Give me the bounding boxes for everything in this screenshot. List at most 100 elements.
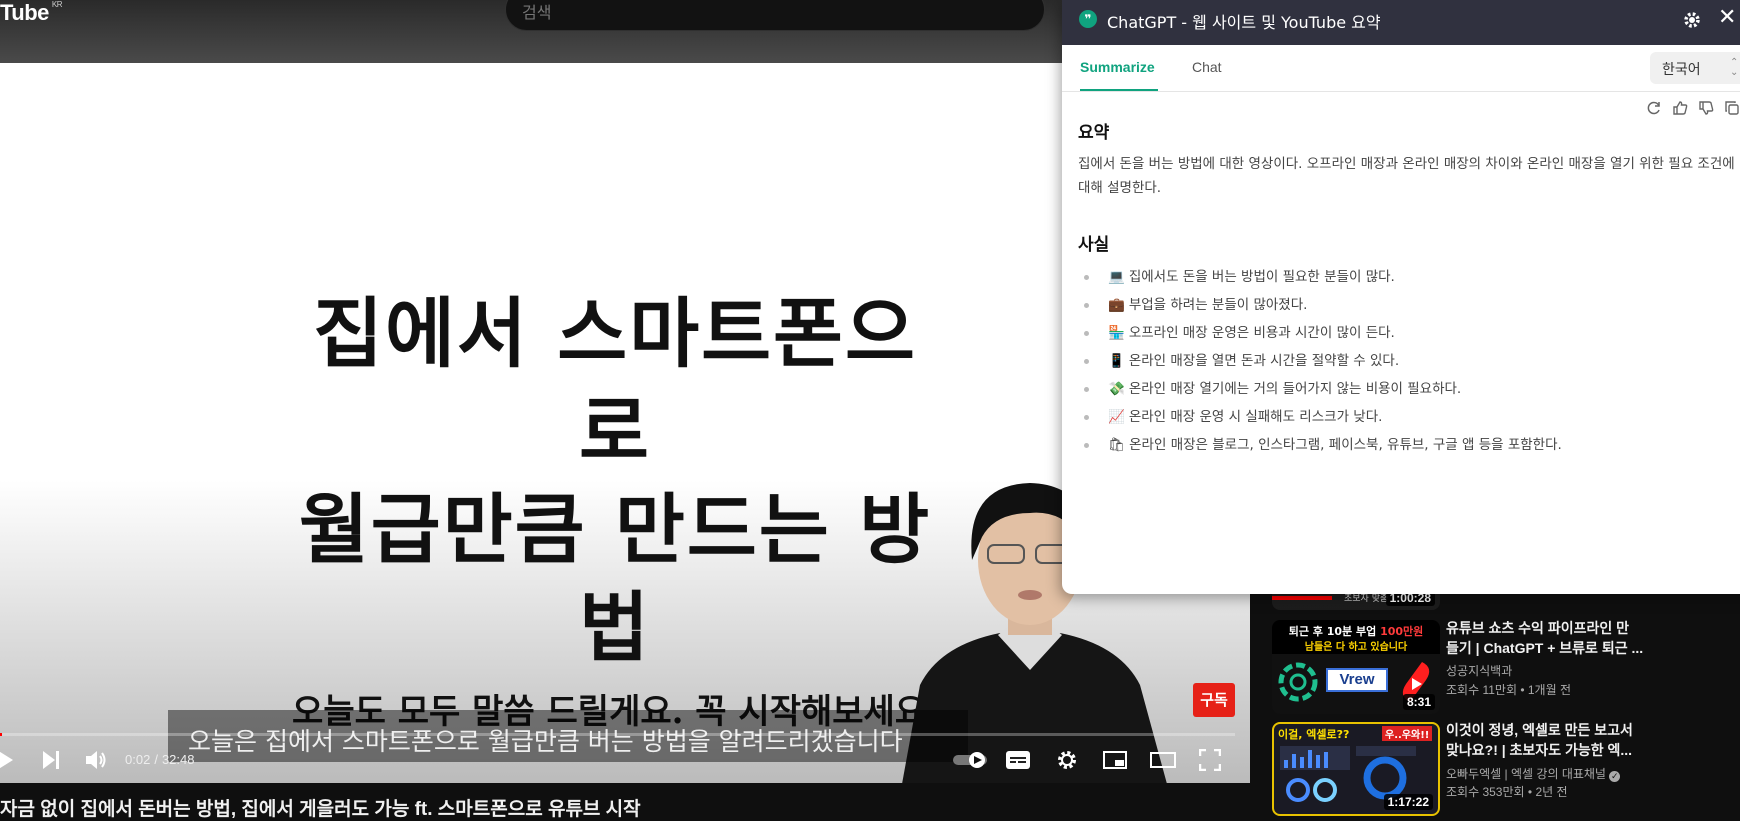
fact-emoji-icon: 📱	[1108, 353, 1125, 369]
watch-progress	[1272, 596, 1332, 600]
language-select[interactable]: 한국어 ⌃ ⌄	[1650, 52, 1740, 84]
list-item: 💼 부업을 하려는 분들이 많아졌다.	[1078, 291, 1740, 319]
search-box[interactable]	[505, 0, 1540, 31]
panel-title: ChatGPT - 웹 사이트 및 YouTube 요약	[1107, 13, 1381, 32]
fact-emoji-icon: 💻	[1108, 269, 1125, 285]
upload-age: 2년 전	[1535, 785, 1568, 799]
chatgpt-summary-panel: ❞ ChatGPT - 웹 사이트 및 YouTube 요약 ✕ Summari…	[1062, 0, 1740, 594]
miniplayer-button[interactable]	[1100, 740, 1130, 780]
video-duration: 1:17:22	[1383, 794, 1433, 810]
refresh-icon[interactable]	[1646, 100, 1662, 116]
list-item: 💻 집에서도 돈을 버는 방법이 필요한 분들이 많다.	[1078, 263, 1740, 291]
view-count: 조회수 353만회	[1446, 785, 1525, 799]
region-code: KR	[51, 0, 63, 9]
next-button[interactable]	[36, 740, 66, 780]
frame-title-line-2: 월급만큼 만드는 방법	[298, 485, 932, 672]
progress-fill	[0, 733, 3, 736]
close-icon[interactable]: ✕	[1718, 6, 1736, 30]
copy-icon[interactable]	[1724, 100, 1740, 116]
fact-text: 온라인 매장 열기에는 거의 들어가지 않는 비용이 필요하다.	[1128, 381, 1462, 397]
recommendation-title-2[interactable]: 유튜브 쇼츠 수익 파이프라인 만 들기 | ChatGPT + 브류로 퇴근 .…	[1446, 618, 1646, 658]
youtube-logo[interactable]: Tube KR	[0, 0, 63, 26]
recommendation-title-3[interactable]: 이것이 정녕, 엑셀로 만든 보고서맞나요?! | 초보자도 가능한 엑...	[1446, 720, 1646, 760]
volume-button[interactable]	[82, 740, 112, 780]
fact-text: 온라인 매장 운영 시 실패해도 리스크가 낮다.	[1128, 409, 1383, 425]
fullscreen-button[interactable]	[1195, 740, 1225, 780]
subtitles-button[interactable]	[1003, 740, 1033, 780]
subtitles-icon	[1006, 751, 1030, 769]
fact-emoji-icon: 🛍	[1108, 437, 1126, 453]
thumb-text-bottom: 남들은 다 하고 있습니다	[1304, 642, 1408, 653]
frame-title-line-1: 집에서 스마트폰으로	[313, 289, 917, 476]
search-input[interactable]	[520, 0, 964, 25]
skip-next-icon	[43, 751, 59, 769]
thumbs-down-icon[interactable]	[1698, 100, 1714, 116]
video-duration: 8:31	[1402, 694, 1435, 710]
facts-heading: 사실	[1078, 235, 1110, 255]
recommendation-thumbnail-2[interactable]: 퇴근 후 10분 부업 100만원 남들은 다 하고 있습니다 Vrew 8:3…	[1272, 620, 1440, 714]
bullet	[1084, 275, 1089, 280]
logo-text: Tube	[0, 0, 49, 25]
extension-logo-icon: ❞	[1079, 10, 1097, 28]
gear-icon[interactable]	[1682, 10, 1702, 30]
settings-button[interactable]	[1052, 740, 1082, 780]
miniplayer-icon	[1103, 751, 1127, 769]
play-button[interactable]	[0, 740, 18, 780]
panel-header: ❞ ChatGPT - 웹 사이트 및 YouTube 요약 ✕	[1062, 0, 1740, 45]
language-value: 한국어	[1662, 62, 1701, 78]
channel-name-text: 오빠두엑셀 | 엑셀 강의 대표채널	[1446, 767, 1606, 781]
progress-bar[interactable]	[0, 733, 1235, 736]
fullscreen-icon	[1199, 749, 1221, 771]
title-line: 들기 | ChatGPT + 브류로 퇴근 ...	[1446, 640, 1644, 656]
bullet	[1084, 331, 1089, 336]
vrew-logo: Vrew	[1326, 668, 1388, 692]
panel-tabs: Summarize Chat 한국어 ⌃ ⌄	[1062, 45, 1740, 92]
video-stats: 조회수 11만회 • 1개월 전	[1446, 683, 1572, 697]
thumb-banner: 퇴근 후 10분 부업 100만원 남들은 다 하고 있습니다	[1272, 620, 1440, 654]
chevron-up-down-icon: ⌃ ⌄	[1730, 57, 1739, 78]
channel-name[interactable]: 성공지식백과	[1446, 662, 1512, 679]
recommendation-thumbnail-3[interactable]: 이걸, 엑셀로?? 우..우와!! 1:17:22	[1272, 722, 1440, 816]
list-item: 🏪 오프라인 매장 운영은 비용과 시간이 많이 든다.	[1078, 319, 1740, 347]
upload-age: 1개월 전	[1527, 683, 1572, 697]
total-time: 32:48	[161, 752, 195, 767]
fact-emoji-icon: 💸	[1108, 381, 1125, 397]
player-controls: 0:02/32:48	[0, 740, 1250, 780]
list-item: 📱 온라인 매장을 열면 돈과 시간을 절약할 수 있다.	[1078, 347, 1740, 375]
verified-icon: ✓	[1609, 771, 1621, 782]
fact-text: 온라인 매장은 블로그, 인스타그램, 페이스북, 유튜브, 구글 앱 등을 포…	[1129, 437, 1562, 453]
list-item: 📈 온라인 매장 운영 시 실패해도 리스크가 낮다.	[1078, 403, 1740, 431]
volume-icon	[86, 751, 106, 769]
fact-text: 부업을 하려는 분들이 많아졌다.	[1128, 297, 1308, 313]
bullet	[1084, 443, 1089, 448]
video-title[interactable]: 자금 없이 집에서 돈버는 방법, 집에서 게을러도 가능 ft. 스마트폰으로…	[0, 794, 1250, 821]
bullet	[1084, 303, 1089, 308]
fact-emoji-icon: 🏪	[1108, 325, 1125, 341]
play-icon	[0, 751, 13, 769]
channel-name[interactable]: 오빠두엑셀 | 엑셀 강의 대표채널 ✓	[1446, 765, 1621, 782]
thumbs-up-icon[interactable]	[1672, 100, 1688, 116]
chatgpt-logo-icon	[1278, 662, 1318, 702]
panel-action-icons	[1646, 100, 1740, 118]
theater-icon	[1150, 752, 1176, 768]
tab-chat[interactable]: Chat	[1192, 59, 1222, 75]
subscribe-badge[interactable]: 구독	[1193, 683, 1235, 717]
time-display: 0:02/32:48	[125, 752, 195, 767]
thumb-badge: 우..우와!!	[1382, 726, 1433, 741]
active-tab-indicator	[1080, 89, 1158, 91]
view-count: 조회수 11만회	[1446, 683, 1517, 697]
title-line: 이것이 정녕, 엑셀로 만든 보고서	[1446, 722, 1633, 738]
bullet	[1084, 387, 1089, 392]
facts-list: 💻 집에서도 돈을 버는 방법이 필요한 분들이 많다. 💼 부업을 하려는 분들이…	[1078, 263, 1740, 459]
fact-emoji-icon: 💼	[1108, 297, 1125, 313]
fact-text: 오프라인 매장 운영은 비용과 시간이 많이 든다.	[1128, 325, 1395, 341]
theater-mode-button[interactable]	[1148, 740, 1178, 780]
bullet	[1084, 359, 1089, 364]
autoplay-icon	[953, 752, 987, 768]
autoplay-toggle[interactable]	[950, 740, 994, 780]
title-line: 맞나요?! | 초보자도 가능한 엑...	[1446, 742, 1633, 758]
bullet	[1084, 415, 1089, 420]
tab-summarize[interactable]: Summarize	[1080, 59, 1155, 75]
fact-emoji-icon: 📈	[1108, 409, 1125, 425]
video-stats: 조회수 353만회 • 2년 전	[1446, 785, 1568, 799]
